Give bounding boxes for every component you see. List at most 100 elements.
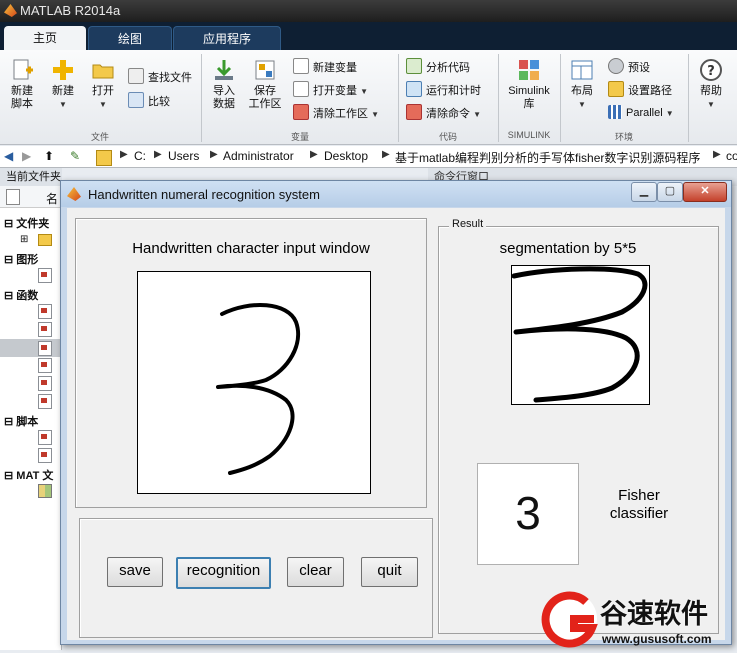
function-file-icon[interactable] <box>38 304 52 319</box>
compare-icon <box>128 92 144 108</box>
browse-folder-icon[interactable]: ✎ <box>70 149 80 163</box>
section-figures-label: 图形 <box>16 254 39 266</box>
mat-file-icon[interactable] <box>38 484 52 498</box>
analyze-code-label: 分析代码 <box>426 62 470 74</box>
new-script-button[interactable]: 新建 脚本 <box>4 58 40 111</box>
parallel-button[interactable]: Parallel ▼ <box>608 104 674 122</box>
compare-button[interactable]: 比较 <box>128 92 170 110</box>
function-file-icon[interactable] <box>38 376 52 391</box>
section-functions[interactable]: ⊟ 函数 <box>4 287 38 303</box>
script-file-icon[interactable] <box>38 430 52 445</box>
current-folder-address-bar[interactable]: ◀ ▶ ⬆ ✎ ▶ C: ▶ Users ▶ Administrator ▶ D… <box>0 146 737 168</box>
up-folder-icon[interactable]: ⬆ <box>44 149 54 163</box>
breadcrumb-project-folder[interactable]: 基于matlab编程判别分析的手写体fisher数字识别源码程序 <box>395 149 700 166</box>
help-button[interactable]: ? 帮助 ▼ <box>694 58 728 111</box>
folder-icon <box>96 150 112 166</box>
group-separator <box>688 54 689 142</box>
find-files-icon <box>128 68 144 84</box>
expand-icon[interactable]: ⊞ <box>20 234 28 245</box>
open-dropdown-icon: ▼ <box>99 100 107 109</box>
open-variable-label: 打开变量 <box>313 85 357 97</box>
handwritten-digit-drawing <box>216 303 300 475</box>
new-variable-button[interactable]: 新建变量 <box>293 58 357 76</box>
function-file-icon <box>38 341 52 356</box>
input-window-label: Handwritten character input window <box>132 240 370 257</box>
current-folder-panel <box>0 168 62 650</box>
set-path-button[interactable]: 设置路径 <box>608 81 672 99</box>
parallel-dropdown-icon: ▼ <box>665 109 674 118</box>
analyze-code-icon <box>406 58 422 74</box>
selected-file-row[interactable] <box>0 339 62 357</box>
column-name-header[interactable]: 名 <box>46 190 58 207</box>
section-scripts-label: 脚本 <box>16 416 39 428</box>
matlab-logo-icon <box>4 4 17 17</box>
recognition-button[interactable]: recognition <box>176 557 271 589</box>
import-data-button[interactable]: 导入 数据 <box>206 58 242 111</box>
tab-plots[interactable]: 绘图 <box>88 26 172 51</box>
simulink-icon <box>517 58 541 82</box>
function-file-icon[interactable] <box>38 322 52 337</box>
open-variable-button[interactable]: 打开变量 ▼ <box>293 81 368 99</box>
section-scripts[interactable]: ⊟ 脚本 <box>4 413 38 429</box>
section-mat-files[interactable]: ⊟ MAT 文 <box>4 467 53 483</box>
compare-label: 比较 <box>148 96 170 108</box>
breadcrumb-c-drive[interactable]: C: <box>134 149 146 163</box>
clear-workspace-dropdown-icon: ▼ <box>371 110 379 119</box>
section-functions-label: 函数 <box>16 290 39 302</box>
section-figures[interactable]: ⊟ 图形 <box>4 251 38 267</box>
group-separator <box>498 54 499 142</box>
ribbon-toolstrip: 新建 脚本 新建 ▼ 打开 ▼ 查找文件 比较 文件 导入 数据 保存 工作区 <box>0 50 737 145</box>
classifier-label-line-2: classifier <box>609 505 669 522</box>
function-file-icon[interactable] <box>38 358 52 373</box>
breadcrumb-desktop[interactable]: Desktop <box>324 149 368 163</box>
breadcrumb-users[interactable]: Users <box>168 149 199 163</box>
close-button[interactable]: ✕ <box>683 182 727 202</box>
layout-button[interactable]: 布局 ▼ <box>565 58 599 111</box>
collapse-icon[interactable]: ⊟ <box>4 470 16 482</box>
group-label-file: 文件 <box>90 132 109 142</box>
collapse-icon[interactable]: ⊟ <box>4 218 16 230</box>
save-button[interactable]: save <box>107 557 163 587</box>
tab-home[interactable]: 主页 <box>4 26 86 50</box>
preferences-button[interactable]: 预设 <box>608 58 650 76</box>
minimize-button[interactable]: ▁ <box>631 182 657 202</box>
figure-title: Handwritten numeral recognition system <box>88 187 320 202</box>
clear-workspace-button[interactable]: 清除工作区 ▼ <box>293 104 379 122</box>
section-mat-files-label: MAT 文 <box>16 470 54 482</box>
analyze-code-button[interactable]: 分析代码 <box>406 58 470 76</box>
forward-arrow-icon[interactable]: ▶ <box>22 149 31 163</box>
section-folders[interactable]: ⊟ 文件夹 <box>4 215 49 231</box>
breadcrumb-separator: ▶ <box>120 149 128 160</box>
collapse-icon[interactable]: ⊟ <box>4 290 16 302</box>
help-label: 帮助 <box>700 85 722 97</box>
figure-title-bar[interactable]: Handwritten numeral recognition system ▁… <box>61 181 731 207</box>
column-header-row: 名 <box>0 186 62 208</box>
group-label-environment: 环境 <box>614 132 633 142</box>
save-ws-label-1: 保存 <box>254 85 276 97</box>
clear-commands-icon <box>406 104 422 120</box>
save-workspace-button[interactable]: 保存 工作区 <box>246 58 284 111</box>
maximize-button[interactable]: ▢ <box>657 182 683 202</box>
script-file-icon[interactable] <box>38 448 52 463</box>
simulink-library-button[interactable]: Simulink 库 <box>503 58 555 111</box>
collapse-icon[interactable]: ⊟ <box>4 254 16 266</box>
handwriting-canvas[interactable] <box>137 271 371 494</box>
run-and-time-button[interactable]: 运行和计时 <box>406 81 481 99</box>
collapse-icon[interactable]: ⊟ <box>4 416 16 428</box>
clear-button[interactable]: clear <box>287 557 344 587</box>
function-file-icon[interactable] <box>38 394 52 409</box>
new-button[interactable]: 新建 ▼ <box>46 58 80 111</box>
find-files-button[interactable]: 查找文件 <box>128 68 192 86</box>
figure-file-icon[interactable] <box>38 268 52 283</box>
tab-apps[interactable]: 应用程序 <box>173 26 281 51</box>
find-files-label: 查找文件 <box>148 72 192 84</box>
clear-workspace-icon <box>293 104 309 120</box>
clear-commands-button[interactable]: 清除命令 ▼ <box>406 104 481 122</box>
open-button[interactable]: 打开 ▼ <box>86 58 120 111</box>
breadcrumb-administrator[interactable]: Administrator <box>223 149 294 163</box>
breadcrumb-overflow[interactable]: co <box>726 149 737 163</box>
quit-button[interactable]: quit <box>361 557 418 587</box>
back-arrow-icon[interactable]: ◀ <box>4 149 13 163</box>
watermark-url: www.gususoft.com <box>602 632 712 646</box>
folder-icon <box>38 234 52 246</box>
